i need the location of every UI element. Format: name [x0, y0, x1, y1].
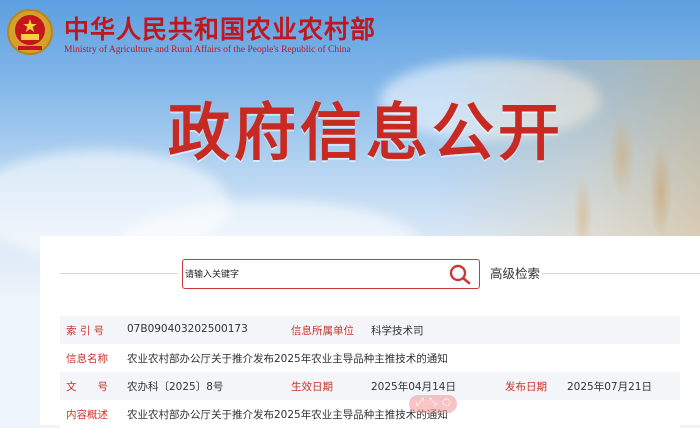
info-name-value: 农业农村部办公厅关于推介发布2025年农业主导品种主推技术的通知 [127, 353, 448, 365]
resize-icon[interactable]: ⤡ [429, 397, 437, 408]
effective-date-label: 生效日期 [291, 381, 333, 393]
national-emblem-icon[interactable] [6, 8, 54, 56]
publish-date-label: 发布日期 [505, 381, 547, 393]
metadata-row-summary: 内容概述 农业农村部办公厅关于推介发布2025年农业主导品种主推技术的通知 [60, 400, 680, 428]
page-title: 政府信息公开 [168, 96, 565, 169]
ministry-name-en: Ministry of Agriculture and Rural Affair… [64, 45, 351, 55]
metadata-row-index: 索 引 号 07B090403202500173 信息所属单位 科学技术司 [60, 316, 680, 344]
info-panel: 高级检索 索 引 号 07B090403202500173 信息所属单位 科学技… [40, 236, 700, 428]
search-input[interactable] [183, 260, 437, 290]
divider-line [60, 273, 178, 274]
advanced-search-link[interactable]: 高级检索 [490, 263, 540, 282]
metadata-row-docno: 文 号 农办科〔2025〕8号 生效日期 2025年04月14日 发布日期 20… [60, 372, 680, 400]
publish-date-value: 2025年07月21日 [567, 381, 652, 393]
index-number-value: 07B090403202500173 [127, 323, 248, 335]
summary-value: 农业农村部办公厅关于推介发布2025年农业主导品种主推技术的通知 [127, 409, 448, 421]
department-label: 信息所属单位 [291, 325, 354, 337]
ministry-name-cn[interactable]: 中华人民共和国农业农村部 [64, 10, 376, 46]
search-bar [182, 259, 480, 290]
summary-label: 内容概述 [66, 409, 108, 421]
floating-toolbar[interactable]: ⤢ ⤡ ○ [409, 395, 457, 413]
department-value: 科学技术司 [371, 325, 424, 337]
effective-date-value: 2025年04月14日 [371, 381, 456, 393]
document-number-value: 农办科〔2025〕8号 [127, 381, 224, 393]
divider-line [542, 273, 700, 274]
document-number-label: 文 号 [66, 381, 108, 393]
index-number-label: 索 引 号 [66, 325, 105, 337]
expand-icon[interactable]: ⤢ [416, 397, 424, 408]
search-icon[interactable]: ○ [442, 397, 451, 408]
info-name-label: 信息名称 [66, 353, 108, 365]
search-icon[interactable] [447, 263, 473, 285]
metadata-row-name: 信息名称 农业农村部办公厅关于推介发布2025年农业主导品种主推技术的通知 [60, 344, 680, 372]
